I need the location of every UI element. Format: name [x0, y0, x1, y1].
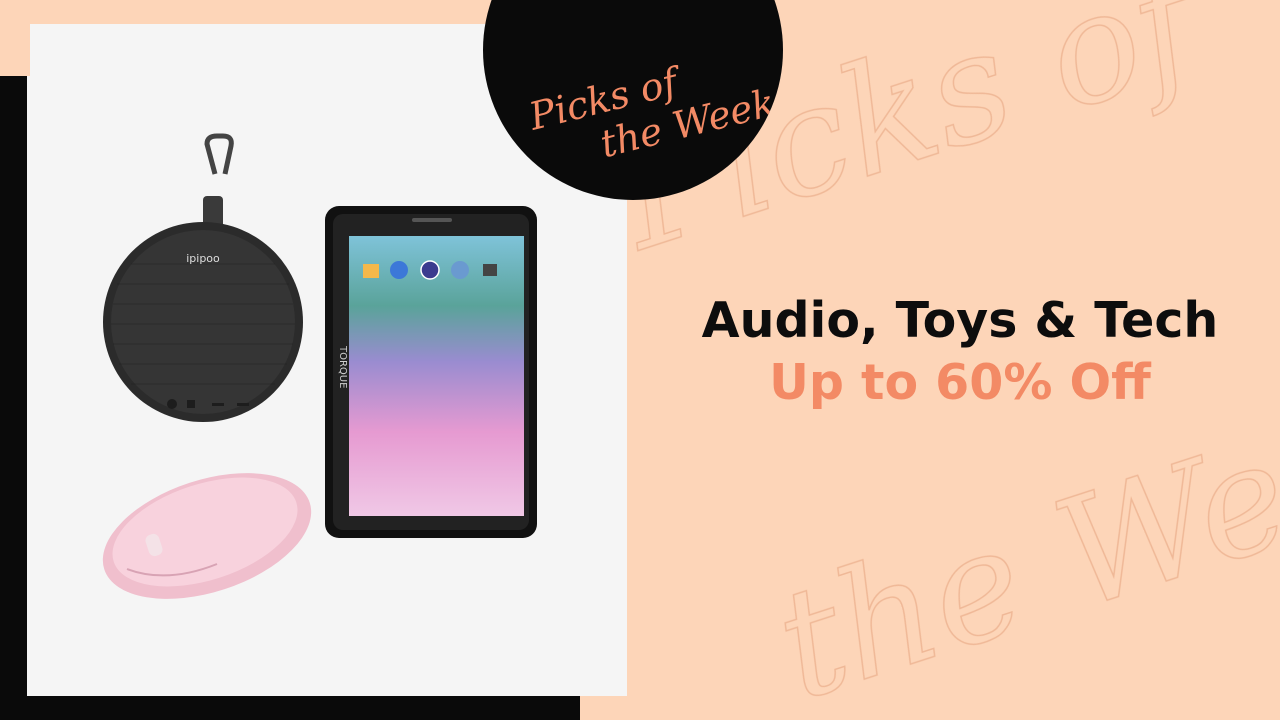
discount-subtitle: Up to 60% Off [769, 354, 1151, 411]
peach-corner-strip [0, 0, 30, 76]
tablet-device: TORQUE [325, 206, 537, 538]
tablet-brand-label: TORQUE [337, 345, 348, 388]
bluetooth-speaker: ipipoo [103, 133, 303, 422]
speaker-brand-label: ipipoo [186, 252, 220, 265]
category-title: Audio, Toys & Tech [701, 292, 1219, 349]
wireless-mouse [102, 473, 312, 599]
promo-headline: Audio, Toys & Tech Up to 60% Off [640, 290, 1280, 414]
